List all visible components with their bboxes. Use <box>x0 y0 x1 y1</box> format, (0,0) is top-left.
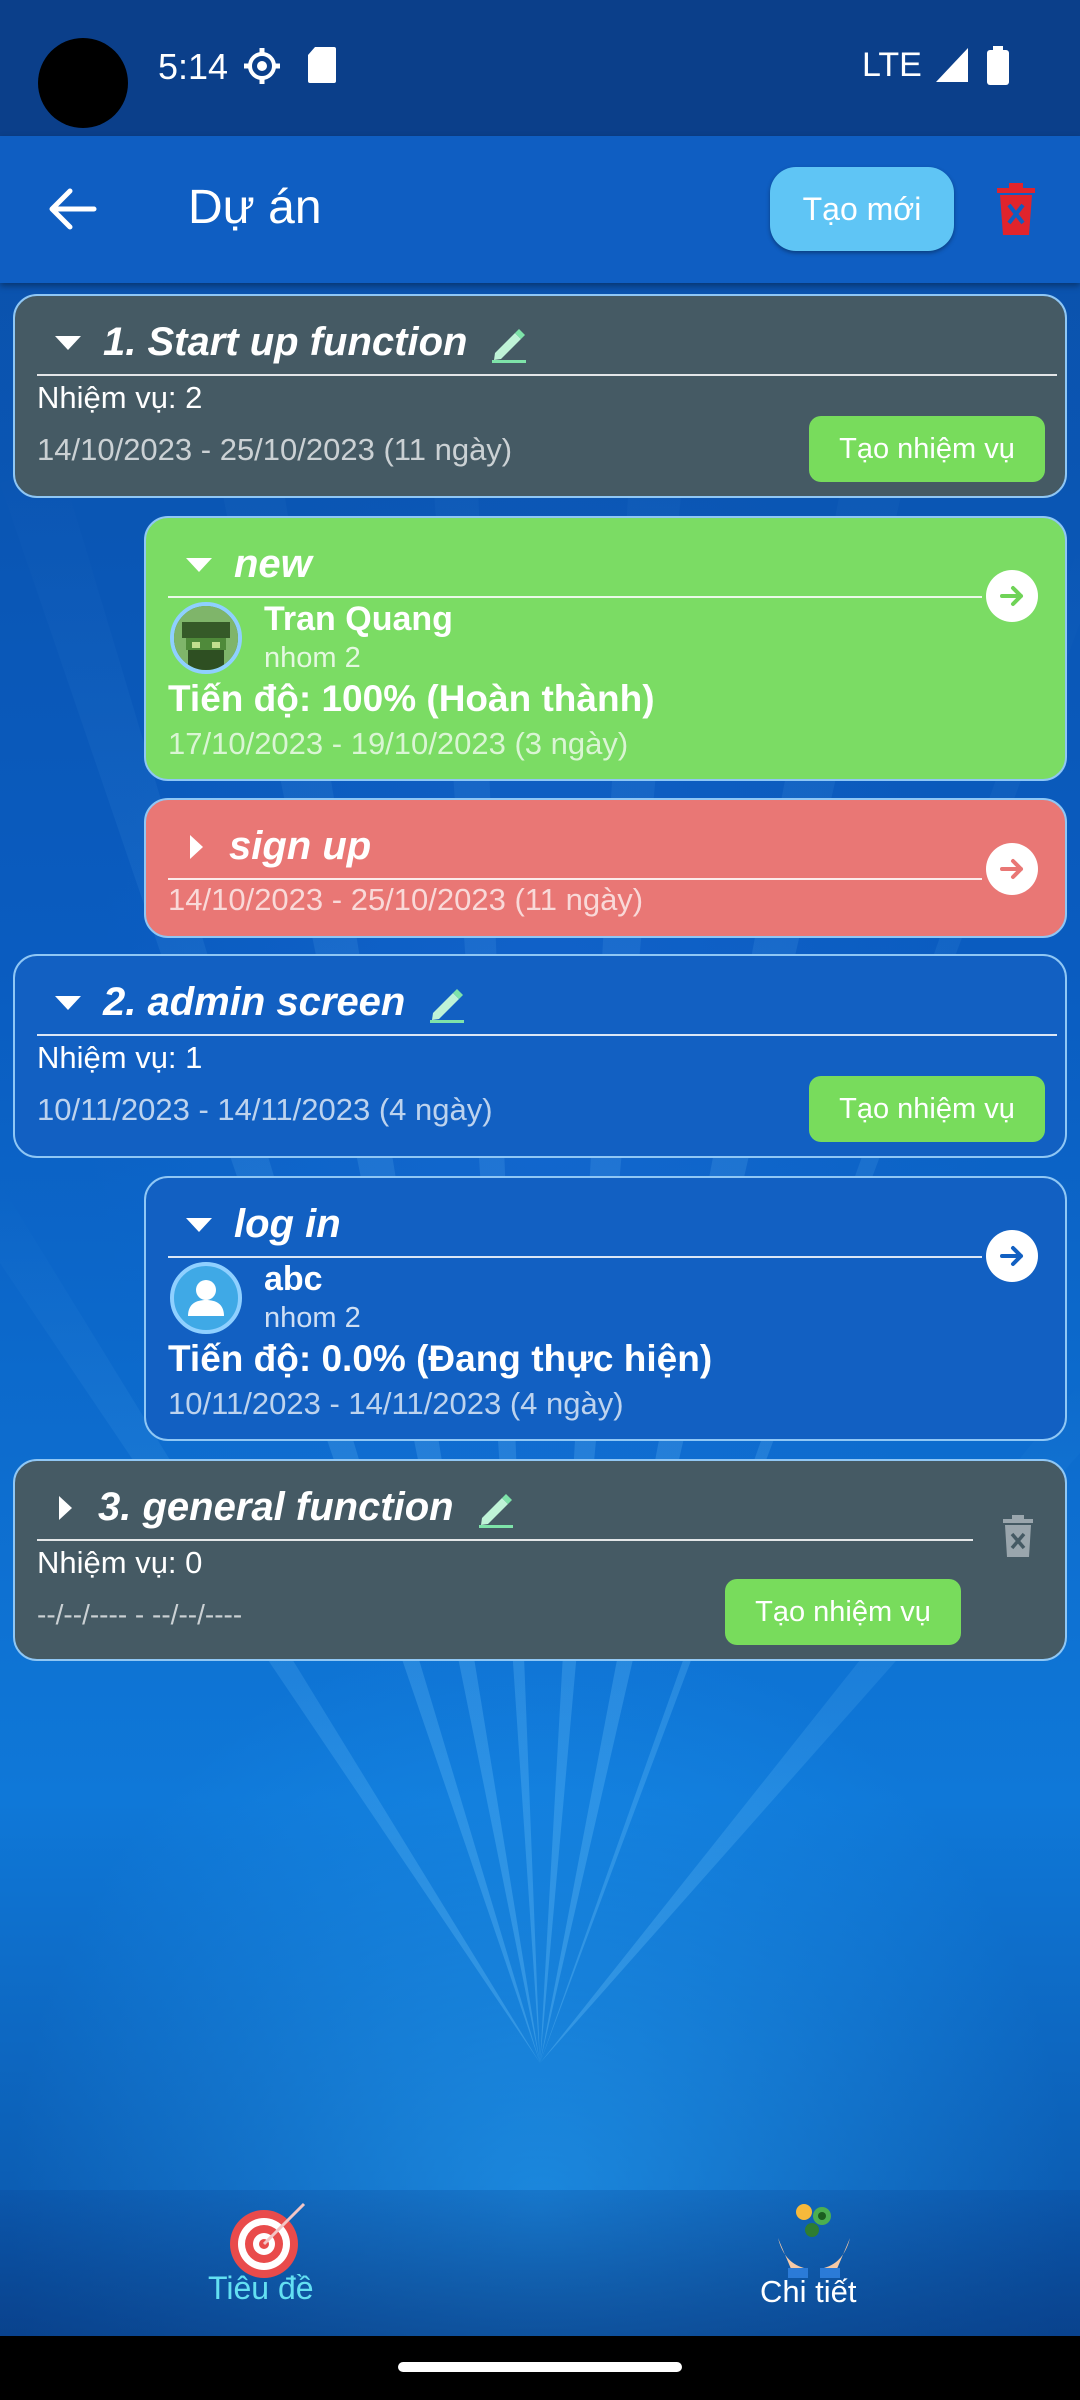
project-title: 1. Start up function <box>103 320 468 364</box>
task-card[interactable]: log in abc nhom 2 Tiến độ: 0.0% (Đang th… <box>144 1176 1067 1441</box>
task-title: log in <box>234 1202 341 1246</box>
avatar <box>170 1262 242 1334</box>
open-task-button[interactable] <box>986 570 1038 622</box>
app-bar: Dự án Tạo mới <box>0 136 1080 283</box>
bottom-navigation: Tiêu đề Chi tiết <box>0 2190 1080 2336</box>
task-dates: 17/10/2023 - 19/10/2023 (3 ngày) <box>168 726 629 761</box>
expand-caret-icon[interactable] <box>55 335 81 350</box>
open-task-button[interactable] <box>986 843 1038 895</box>
arrow-right-icon <box>1000 1246 1023 1266</box>
assignee-name: abc <box>264 1260 323 1298</box>
back-arrow-icon[interactable] <box>40 176 106 242</box>
project-card[interactable]: 1. Start up function Nhiệm vụ: 2 14/10/2… <box>13 294 1067 498</box>
settings-gear-icon <box>244 48 280 84</box>
create-project-button[interactable]: Tạo mới <box>770 167 954 251</box>
expand-caret-icon[interactable] <box>55 995 81 1010</box>
project-card[interactable]: 3. general function Nhiệm vụ: 0 --/--/--… <box>13 1459 1067 1661</box>
task-dates: 10/11/2023 - 14/11/2023 (4 ngày) <box>168 1386 624 1421</box>
task-progress: Tiến độ: 100% (Hoàn thành) <box>168 678 655 719</box>
task-title: new <box>234 542 312 586</box>
edit-pencil-icon[interactable] <box>476 1488 516 1528</box>
task-count: Nhiệm vụ: 1 <box>37 1040 203 1075</box>
divider <box>37 1539 973 1541</box>
divider <box>168 1256 982 1258</box>
collapse-caret-icon[interactable] <box>190 834 203 859</box>
home-gesture-handle[interactable] <box>398 2362 682 2372</box>
project-dates: 10/11/2023 - 14/11/2023 (4 ngày) <box>37 1092 493 1127</box>
task-count: Nhiệm vụ: 0 <box>37 1545 203 1580</box>
delete-all-icon[interactable] <box>995 183 1037 235</box>
collapse-caret-icon[interactable] <box>59 1495 72 1520</box>
task-count: Nhiệm vụ: 2 <box>37 380 203 415</box>
network-type: LTE <box>862 46 922 84</box>
pixel-avatar-icon <box>174 606 238 670</box>
project-dates: 14/10/2023 - 25/10/2023 (11 ngày) <box>37 432 513 467</box>
project-title: 2. admin screen <box>103 980 406 1024</box>
create-task-button[interactable]: Tạo nhiệm vụ <box>725 1579 961 1645</box>
task-card[interactable]: sign up 14/10/2023 - 25/10/2023 (11 ngày… <box>144 798 1067 938</box>
user-placeholder-icon <box>188 1280 224 1316</box>
avatar <box>170 602 242 674</box>
task-card[interactable]: new Tran Quang nhom 2 Tiến độ: 100% (Hoà… <box>144 516 1067 781</box>
camera-cutout <box>38 38 128 128</box>
assignee-group: nhom 2 <box>264 642 361 674</box>
create-task-button[interactable]: Tạo nhiệm vụ <box>809 416 1045 482</box>
project-card[interactable]: 2. admin screen Nhiệm vụ: 1 10/11/2023 -… <box>13 954 1067 1158</box>
nav-label-chi-tiet: Chi tiết <box>760 2274 857 2309</box>
divider <box>37 1034 1057 1036</box>
hands-gear-icon <box>778 2204 850 2278</box>
target-icon <box>230 2202 306 2278</box>
arrow-right-icon <box>1000 859 1023 879</box>
edit-pencil-icon[interactable] <box>427 983 467 1023</box>
nav-label-tieu-de: Tiêu đề <box>208 2270 314 2306</box>
task-title: sign up <box>229 824 372 868</box>
task-progress: Tiến độ: 0.0% (Đang thực hiện) <box>168 1338 713 1379</box>
signal-icon <box>936 48 968 82</box>
delete-project-icon[interactable] <box>1001 1515 1035 1557</box>
project-dates: --/--/---- - --/--/---- <box>37 1599 243 1630</box>
edit-pencil-icon[interactable] <box>489 323 529 363</box>
assignee-name: Tran Quang <box>264 600 453 638</box>
assignee-group: nhom 2 <box>264 1302 361 1334</box>
nav-item-tieu-de[interactable]: Tiêu đề <box>150 2190 390 2336</box>
divider <box>168 596 982 598</box>
open-task-button[interactable] <box>986 1230 1038 1282</box>
divider <box>37 374 1057 376</box>
expand-caret-icon[interactable] <box>186 1217 212 1232</box>
battery-icon <box>987 46 1009 85</box>
expand-caret-icon[interactable] <box>186 557 212 572</box>
task-dates: 14/10/2023 - 25/10/2023 (11 ngày) <box>168 882 644 917</box>
create-task-button[interactable]: Tạo nhiệm vụ <box>809 1076 1045 1142</box>
page-title: Dự án <box>188 181 322 234</box>
sd-card-icon <box>308 47 336 83</box>
divider <box>168 878 982 880</box>
arrow-right-icon <box>1000 586 1023 606</box>
project-title: 3. general function <box>98 1485 454 1529</box>
nav-item-chi-tiet[interactable]: Chi tiết <box>690 2190 930 2336</box>
status-time: 5:14 <box>158 46 229 87</box>
status-bar: 5:14 LTE <box>0 0 1080 136</box>
